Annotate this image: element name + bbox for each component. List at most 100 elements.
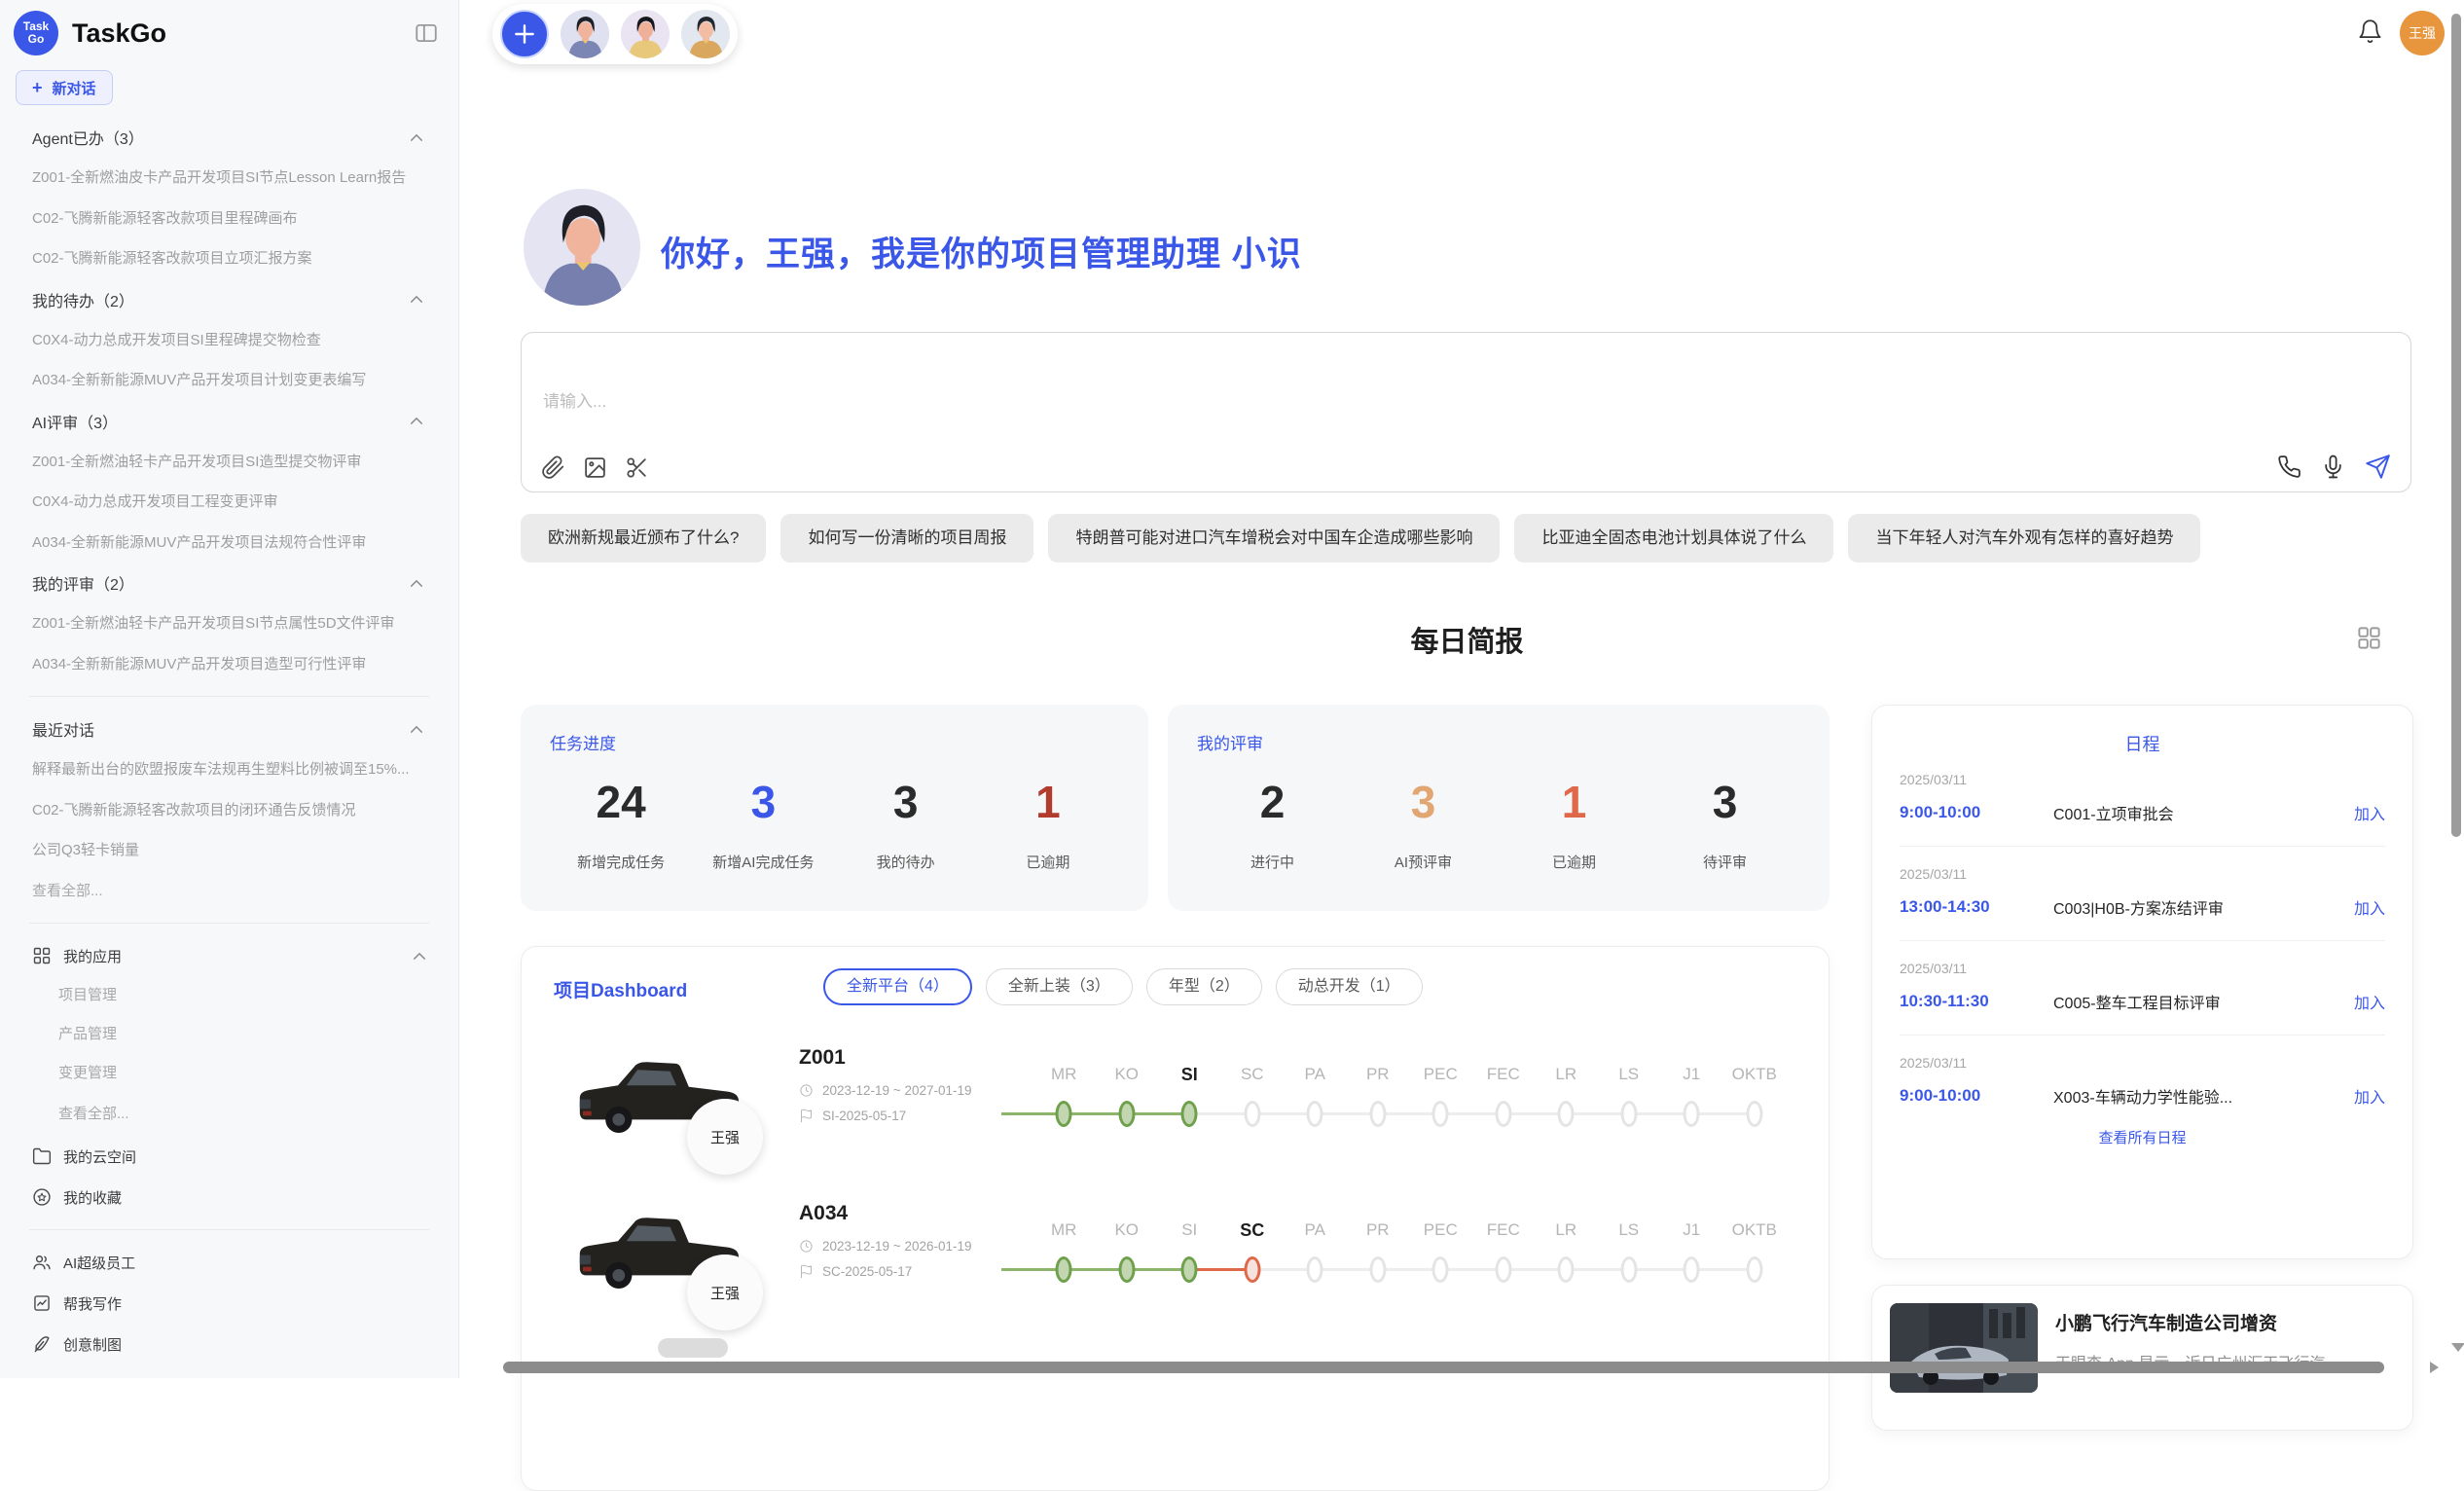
- sidebar-conversation-item[interactable]: Z001-全新燃油皮卡产品开发项目SI节点Lesson Learn报告: [16, 158, 443, 199]
- sidebar-item-my-cloud[interactable]: 我的云空间: [16, 1136, 443, 1177]
- sidebar-item-help-write[interactable]: 帮我写作: [16, 1283, 443, 1324]
- assistant-avatar: [524, 189, 640, 306]
- join-meeting-link[interactable]: 加入: [2354, 990, 2385, 1013]
- dashboard-tab[interactable]: 动总开发（1）: [1276, 968, 1423, 1005]
- join-meeting-link[interactable]: 加入: [2354, 895, 2385, 919]
- sidebar-item-my-favorites[interactable]: 我的收藏: [16, 1177, 443, 1218]
- milestone-connector: [1064, 1112, 1127, 1115]
- schedule-entry: 2025/03/11 10:30-11:30 C005-整车工程目标评审 加入: [1900, 953, 2385, 1036]
- join-meeting-link[interactable]: 加入: [2354, 801, 2385, 824]
- milestone-dot: [1181, 1256, 1198, 1283]
- schedule-time: 10:30-11:30: [1900, 992, 2053, 1011]
- my-review-stats: 2 进行中 3 AI预评审 1 已逾期 3 待评审: [1197, 776, 1800, 872]
- send-icon[interactable]: [2365, 454, 2391, 480]
- join-meeting-link[interactable]: 加入: [2354, 1084, 2385, 1108]
- recent-view-all[interactable]: 查看全部...: [16, 871, 443, 912]
- milestone-connector: [1127, 1112, 1190, 1115]
- scissors-icon[interactable]: [625, 455, 649, 480]
- milestone-dot: [1746, 1256, 1762, 1283]
- daily-briefing-title: 每日简报: [521, 619, 2413, 660]
- sidebar-conversation-item[interactable]: A034-全新新能源MUV产品开发项目造型可行性评审: [16, 644, 443, 685]
- user-avatar[interactable]: 王强: [2400, 11, 2445, 55]
- sidebar-conversation-item[interactable]: C0X4-动力总成开发项目SI里程碑提交物检查: [16, 320, 443, 361]
- sidebar-conversation-item[interactable]: Z001-全新燃油轻卡产品开发项目SI节点属性5D文件评审: [16, 603, 443, 644]
- stat-value: 1: [1499, 776, 1649, 828]
- sidebar-item-ai-staff[interactable]: AI超级员工: [16, 1242, 443, 1283]
- sidebar-section-my-todo[interactable]: 我的待办（2）: [16, 279, 443, 320]
- suggestion-chip[interactable]: 欧洲新规最近颁布了什么?: [521, 514, 766, 563]
- milestone-dot: [1495, 1101, 1511, 1127]
- scroll-down-arrow[interactable]: [2451, 1343, 2464, 1352]
- session-avatar-1[interactable]: [561, 10, 609, 58]
- divider: [29, 923, 429, 924]
- milestone-label: OKTB: [1723, 1219, 1787, 1241]
- microphone-icon[interactable]: [2321, 455, 2345, 479]
- layout-grid-icon[interactable]: [2356, 625, 2382, 651]
- chevron-up-icon: [410, 417, 423, 425]
- suggestion-chip[interactable]: 如何写一份清晰的项目周报: [780, 514, 1033, 563]
- apps-view-all[interactable]: 查看全部...: [16, 1093, 443, 1136]
- suggestion-chip[interactable]: 当下年轻人对汽车外观有怎样的喜好趋势: [1848, 514, 2200, 563]
- project-row-a034[interactable]: 王强 A034 2023-12-19 ~ 2026-01-19 SC-2025-…: [522, 1192, 1829, 1348]
- users-icon: [32, 1253, 52, 1272]
- milestone: MR: [1033, 1064, 1096, 1142]
- scroll-right-arrow[interactable]: [2430, 1362, 2439, 1373]
- sidebar-conversation-item[interactable]: C0X4-动力总成开发项目工程变更评审: [16, 482, 443, 523]
- milestone-connector: [1315, 1112, 1378, 1115]
- milestone: SI: [1158, 1219, 1221, 1297]
- sidebar-app-item[interactable]: 项目管理: [16, 976, 443, 1015]
- sidebar-conversation-item[interactable]: 解释最新出台的欧盟报废车法规再生塑料比例被调至15%...: [16, 749, 443, 790]
- session-avatar-2[interactable]: [621, 10, 670, 58]
- schedule-title: 日程: [1900, 731, 2385, 756]
- milestone-label: LR: [1535, 1064, 1598, 1085]
- attachment-icon[interactable]: [541, 455, 565, 480]
- view-all-schedule-link[interactable]: 查看所有日程: [1900, 1127, 2385, 1147]
- composer-left-tools: [541, 455, 649, 480]
- suggestion-chips: 欧洲新规最近颁布了什么? 如何写一份清晰的项目周报特朗普可能对进口汽车增税会对中国…: [521, 514, 2413, 563]
- sidebar-conversation-item[interactable]: 公司Q3轻卡销量: [16, 830, 443, 871]
- sidebar-section-my-review[interactable]: 我的评审（2）: [16, 563, 443, 603]
- sidebar-section-agent-done[interactable]: Agent已办（3）: [16, 117, 443, 158]
- milestone-label: PEC: [1409, 1219, 1472, 1241]
- suggestion-chip[interactable]: 特朗普可能对进口汽车增税会对中国车企造成哪些影响: [1048, 514, 1500, 563]
- sidebar-conversation-item[interactable]: A034-全新新能源MUV产品开发项目计划变更表编写: [16, 360, 443, 401]
- project-row-z001[interactable]: 王强 Z001 2023-12-19 ~ 2027-01-19 SI-2025-…: [522, 1036, 1829, 1192]
- dashboard-tabs: 全新平台（4） 全新上装（3） 年型（2） 动总开发（1）: [823, 968, 1423, 1005]
- milestone-connector: [1001, 1112, 1065, 1115]
- project-owner-badge: 王强: [687, 1099, 763, 1175]
- sidebar-item-my-apps[interactable]: 我的应用: [16, 935, 443, 976]
- dashboard-tab[interactable]: 全新平台（4）: [823, 968, 972, 1005]
- milestone: FEC: [1472, 1219, 1536, 1297]
- sidebar-conversation-item[interactable]: C02-飞腾新能源轻客改款项目的闭环通告反馈情况: [16, 790, 443, 831]
- notification-bell-icon[interactable]: [2357, 18, 2383, 45]
- schedule-date: 2025/03/11: [1900, 1055, 2385, 1071]
- chat-input[interactable]: [543, 387, 2003, 450]
- dashboard-tab[interactable]: 年型（2）: [1146, 968, 1262, 1005]
- sidebar-item-creative-draw[interactable]: 创意制图: [16, 1324, 443, 1364]
- sidebar-conversation-item[interactable]: A034-全新新能源MUV产品开发项目法规符合性评审: [16, 523, 443, 564]
- horizontal-scrollbar[interactable]: [503, 1362, 2384, 1373]
- sidebar-section-recent[interactable]: 最近对话: [16, 709, 443, 749]
- sidebar-conversation-item[interactable]: Z001-全新燃油轻卡产品开发项目SI造型提交物评审: [16, 442, 443, 483]
- stat-label: 进行中: [1197, 852, 1348, 872]
- new-session-button[interactable]: [500, 10, 549, 58]
- new-chat-button[interactable]: + 新对话: [16, 70, 113, 105]
- vertical-scrollbar[interactable]: [2451, 14, 2461, 837]
- milestone: LR: [1535, 1064, 1598, 1142]
- sidebar-conversation-item[interactable]: C02-飞腾新能源轻客改款项目立项汇报方案: [16, 238, 443, 279]
- suggestion-chip[interactable]: 比亚迪全固态电池计划具体说了什么: [1514, 514, 1833, 563]
- phone-call-icon[interactable]: [2277, 455, 2301, 479]
- session-avatar-3[interactable]: [681, 10, 730, 58]
- milestone-connector: [1189, 1112, 1252, 1115]
- image-icon[interactable]: [583, 455, 607, 480]
- sidebar-conversation-item[interactable]: C02-飞腾新能源轻客改款项目里程碑画布: [16, 199, 443, 239]
- dashboard-tab[interactable]: 全新上装（3）: [986, 968, 1133, 1005]
- collapse-sidebar-icon[interactable]: [412, 20, 441, 46]
- sidebar-section-ai-review[interactable]: AI评审（3）: [16, 401, 443, 442]
- news-title: 小鹏飞行汽车制造公司增资: [2055, 1309, 2338, 1335]
- next-project-row-partial: [658, 1338, 728, 1358]
- news-card[interactable]: 小鹏飞行汽车制造公司增资 天眼查 App 显示，近日广州汇天飞行汽...: [1871, 1285, 2413, 1431]
- sidebar-app-item[interactable]: 产品管理: [16, 1015, 443, 1054]
- task-progress-card: 任务进度 24 新增完成任务 3 新增AI完成任务 3 我的待办 1 已逾期: [521, 705, 1148, 911]
- sidebar-app-item[interactable]: 变更管理: [16, 1054, 443, 1093]
